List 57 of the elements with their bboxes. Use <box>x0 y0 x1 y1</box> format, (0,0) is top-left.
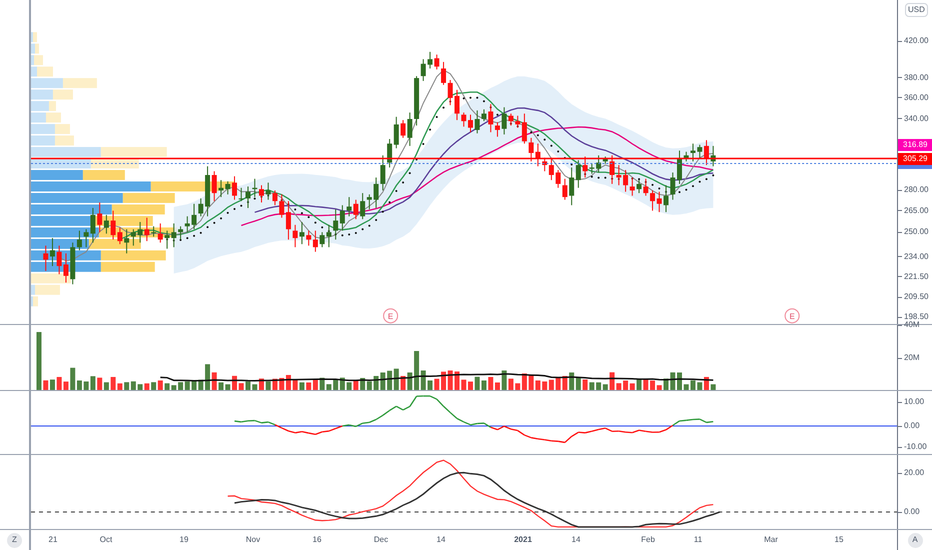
oscillator-tick: 0.00 <box>904 420 920 432</box>
volume-profile-row <box>31 273 71 284</box>
candlestick <box>246 186 250 208</box>
price-tick: 250.00 <box>904 226 928 238</box>
time-label: Nov <box>246 534 260 546</box>
time-label: 14 <box>436 534 446 546</box>
time-label: 11 <box>694 534 702 546</box>
momentum-tick: 20.00 <box>904 467 924 479</box>
candlestick <box>454 89 460 121</box>
price-tick: 198.50 <box>904 311 928 322</box>
volume-profile-row <box>31 101 56 112</box>
time-label: 2021 <box>514 534 532 546</box>
volume-profile-row <box>31 78 97 88</box>
volume-tick: 40M <box>904 320 920 331</box>
time-label: 16 <box>312 534 322 546</box>
volume-profile-row <box>31 136 74 146</box>
volume-profile-row <box>31 112 61 123</box>
candlestick <box>461 112 466 128</box>
price-tick: 420.00 <box>904 35 928 48</box>
time-label: Feb <box>641 534 655 546</box>
time-label: Dec <box>374 534 388 546</box>
volume-profile-row <box>31 55 43 66</box>
time-label: 15 <box>834 534 844 546</box>
momentum-tick: 0.00 <box>904 506 920 518</box>
volume-profile-row <box>31 124 70 134</box>
oscillator-tick: -10.00 <box>904 441 927 453</box>
earnings-marker[interactable]: E <box>383 308 398 324</box>
price-tick: 209.50 <box>904 291 928 304</box>
time-label: Mar <box>764 534 778 546</box>
candlestick <box>684 151 689 162</box>
volume-profile-row <box>31 90 73 100</box>
time-label: Oct <box>100 534 112 546</box>
candlestick <box>690 143 696 162</box>
earnings-marker[interactable]: E <box>784 308 800 324</box>
candlestick <box>238 187 244 202</box>
timezone-button[interactable]: Z <box>7 532 22 548</box>
auto-scale-button[interactable]: A <box>908 532 922 548</box>
candlestick <box>677 150 682 184</box>
volume-tick: 20M <box>904 352 920 364</box>
volume-profile-row <box>31 66 53 77</box>
price-tick: 340.00 <box>904 112 928 125</box>
currency-label[interactable]: USD <box>905 3 928 17</box>
time-label: 21 <box>48 534 58 546</box>
price-badge: 316.89 <box>898 138 932 151</box>
price-tick: 221.50 <box>904 270 928 283</box>
oscillator-tick: 10.00 <box>904 396 924 408</box>
price-tick: 234.00 <box>904 250 928 263</box>
price-tick: 380.00 <box>904 72 928 84</box>
time-label: 14 <box>572 534 580 546</box>
volume-profile-row <box>31 284 60 295</box>
candlestick <box>710 145 716 167</box>
price-tick: 265.00 <box>904 204 928 217</box>
price-tick: 280.00 <box>904 184 928 196</box>
time-label: 19 <box>180 534 188 546</box>
candlestick <box>468 114 473 133</box>
candlestick <box>232 176 237 200</box>
price-tick: 360.00 <box>904 92 928 104</box>
